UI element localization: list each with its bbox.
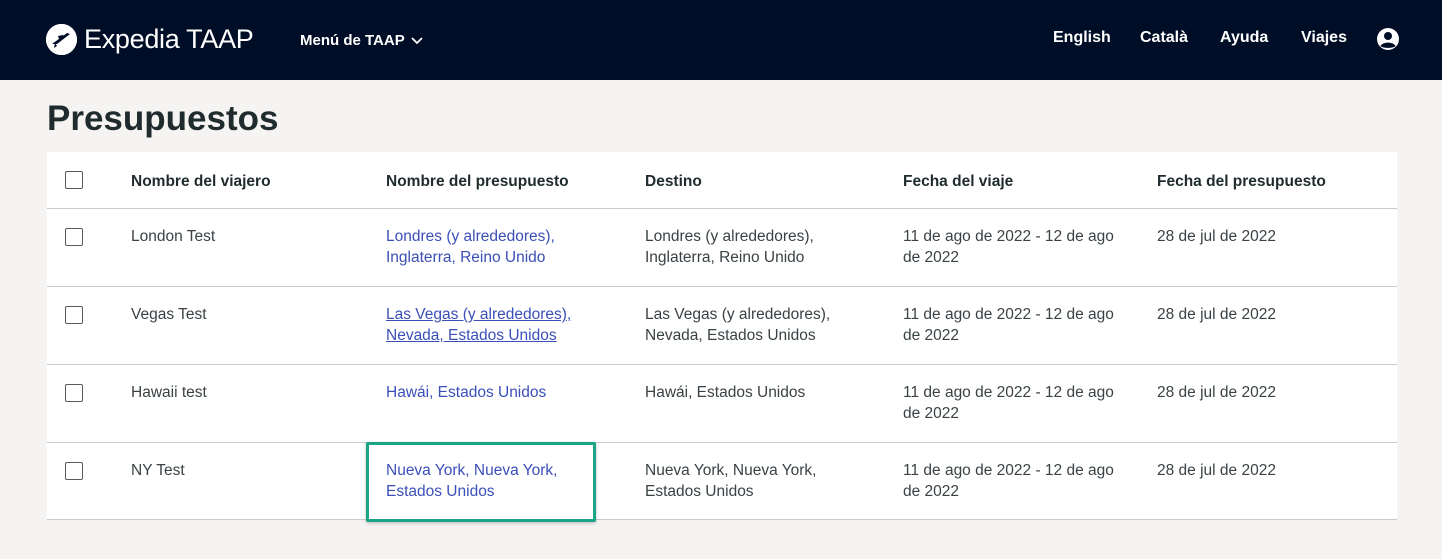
nav-link-catala[interactable]: Català	[1140, 29, 1188, 47]
page-title: Presupuestos	[47, 99, 279, 138]
traveler-name: London Test	[131, 228, 216, 245]
row-checkbox[interactable]	[65, 462, 83, 480]
plane-logo-icon	[46, 23, 77, 55]
quote-name-cell: Londres (y alrededores), Inglaterra, Rei…	[386, 226, 616, 268]
table-row: London Test Londres (y alrededores), Ing…	[47, 209, 1397, 287]
row-checkbox[interactable]	[65, 384, 83, 402]
quote-name-link[interactable]: Hawái, Estados Unidos	[386, 384, 546, 401]
trip-dates: 11 de ago de 2022 - 12 de ago de 2022	[903, 462, 1114, 500]
select-all-checkbox[interactable]	[65, 171, 83, 189]
destination: Nueva York, Nueva York, Estados Unidos	[645, 462, 817, 500]
destination: Londres (y alrededores), Inglaterra, Rei…	[645, 228, 814, 266]
trip-dates: 11 de ago de 2022 - 12 de ago de 2022	[903, 306, 1114, 344]
top-navigation-bar: Expedia TAAP Menú de TAAP English Català…	[0, 0, 1442, 80]
column-header-destination[interactable]: Destino	[645, 171, 865, 192]
taap-menu-label: Menú de TAAP	[300, 31, 405, 49]
taap-menu-button[interactable]: Menú de TAAP	[300, 28, 423, 52]
destination: Las Vegas (y alrededores), Nevada, Estad…	[645, 306, 831, 344]
row-checkbox[interactable]	[65, 228, 83, 246]
brand-name: Expedia TAAP	[84, 23, 254, 54]
traveler-name: Hawaii test	[131, 384, 207, 401]
row-checkbox[interactable]	[65, 306, 83, 324]
table-header-row: Nombre del viajero Nombre del presupuest…	[47, 152, 1397, 209]
account-circle-icon[interactable]	[1376, 27, 1400, 51]
quote-name-cell: Nueva York, Nueva York, Estados Unidos	[386, 460, 616, 502]
quote-date: 28 de jul de 2022	[1157, 306, 1276, 323]
quote-name-link[interactable]: Londres (y alrededores), Inglaterra, Rei…	[386, 228, 555, 266]
nav-link-viajes[interactable]: Viajes	[1301, 29, 1347, 47]
nav-link-english[interactable]: English	[1053, 29, 1111, 47]
quote-date: 28 de jul de 2022	[1157, 228, 1276, 245]
column-header-quote-name[interactable]: Nombre del presupuesto	[386, 171, 616, 192]
table-row: Vegas Test Las Vegas (y alrededores), Ne…	[47, 287, 1397, 365]
quotes-table: Nombre del viajero Nombre del presupuest…	[47, 152, 1397, 520]
trip-dates: 11 de ago de 2022 - 12 de ago de 2022	[903, 384, 1114, 422]
quote-date: 28 de jul de 2022	[1157, 384, 1276, 401]
quote-name-cell: Las Vegas (y alrededores), Nevada, Estad…	[386, 304, 616, 346]
quote-date: 28 de jul de 2022	[1157, 462, 1276, 479]
traveler-name: Vegas Test	[131, 306, 207, 323]
brand-logo[interactable]: Expedia TAAP	[46, 22, 254, 56]
nav-link-ayuda[interactable]: Ayuda	[1220, 29, 1268, 47]
destination: Hawái, Estados Unidos	[645, 384, 806, 401]
traveler-name: NY Test	[131, 462, 185, 479]
column-header-quote-date[interactable]: Fecha del presupuesto	[1157, 171, 1377, 192]
table-row: Hawaii test Hawái, Estados Unidos Hawái,…	[47, 365, 1397, 443]
quote-name-link[interactable]: Nueva York, Nueva York, Estados Unidos	[386, 462, 557, 500]
chevron-down-icon	[411, 32, 423, 49]
column-header-traveler[interactable]: Nombre del viajero	[131, 171, 361, 192]
quote-name-cell: Hawái, Estados Unidos	[386, 382, 616, 403]
trip-dates: 11 de ago de 2022 - 12 de ago de 2022	[903, 228, 1114, 266]
column-header-trip-date[interactable]: Fecha del viaje	[903, 171, 1135, 192]
quote-name-link[interactable]: Las Vegas (y alrededores), Nevada, Estad…	[386, 306, 571, 344]
table-row: NY Test Nueva York, Nueva York, Estados …	[47, 443, 1397, 520]
